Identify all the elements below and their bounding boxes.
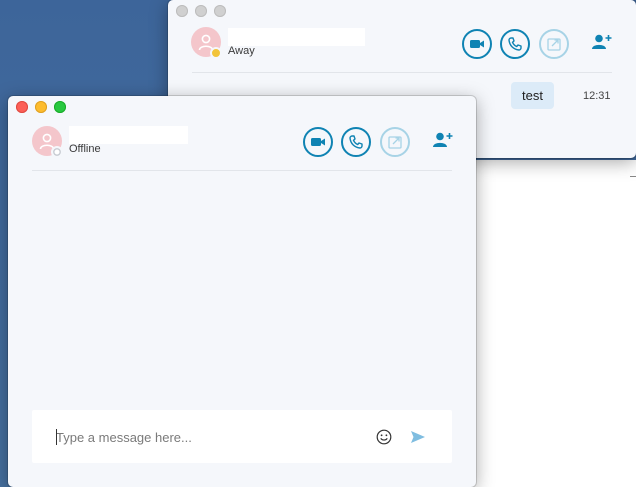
contact-name xyxy=(228,28,365,46)
close-button[interactable] xyxy=(16,101,28,113)
video-call-button[interactable] xyxy=(462,29,492,59)
text-caret xyxy=(56,429,57,445)
titlebar[interactable] xyxy=(8,96,476,118)
contact-status: Offline xyxy=(69,143,101,155)
header-divider xyxy=(192,72,612,73)
front-chat-window[interactable]: Offline xyxy=(8,96,476,487)
share-screen-icon xyxy=(547,38,561,51)
message-composer xyxy=(32,410,452,463)
zoom-button[interactable] xyxy=(54,101,66,113)
share-screen-icon xyxy=(388,136,402,149)
contact-name xyxy=(69,126,188,144)
share-screen-button[interactable] xyxy=(539,29,569,59)
presence-offline-indicator xyxy=(51,146,63,158)
add-person-icon[interactable] xyxy=(432,131,454,149)
video-camera-icon xyxy=(470,40,484,48)
video-camera-icon xyxy=(311,138,325,146)
smiley-icon[interactable] xyxy=(376,429,392,445)
panel-mark xyxy=(630,176,636,177)
minimize-button[interactable] xyxy=(195,5,207,17)
close-button[interactable] xyxy=(176,5,188,17)
send-arrow-icon[interactable] xyxy=(410,430,426,444)
zoom-button[interactable] xyxy=(214,5,226,17)
phone-icon xyxy=(508,37,522,51)
chat-header: Offline xyxy=(8,118,476,170)
chat-header: Away xyxy=(168,22,636,74)
background-app-panel xyxy=(470,160,636,487)
message-bubble[interactable]: test xyxy=(511,82,554,109)
phone-icon xyxy=(349,135,363,149)
audio-call-button[interactable] xyxy=(500,29,530,59)
message-input[interactable] xyxy=(56,427,356,447)
titlebar[interactable] xyxy=(168,0,636,22)
video-call-button[interactable] xyxy=(303,127,333,157)
minimize-button[interactable] xyxy=(35,101,47,113)
add-person-icon[interactable] xyxy=(591,33,613,51)
message-timestamp: 12:31 xyxy=(583,90,611,102)
header-divider xyxy=(32,170,452,171)
audio-call-button[interactable] xyxy=(341,127,371,157)
share-screen-button[interactable] xyxy=(380,127,410,157)
contact-status: Away xyxy=(228,45,255,57)
presence-away-indicator xyxy=(210,47,222,59)
